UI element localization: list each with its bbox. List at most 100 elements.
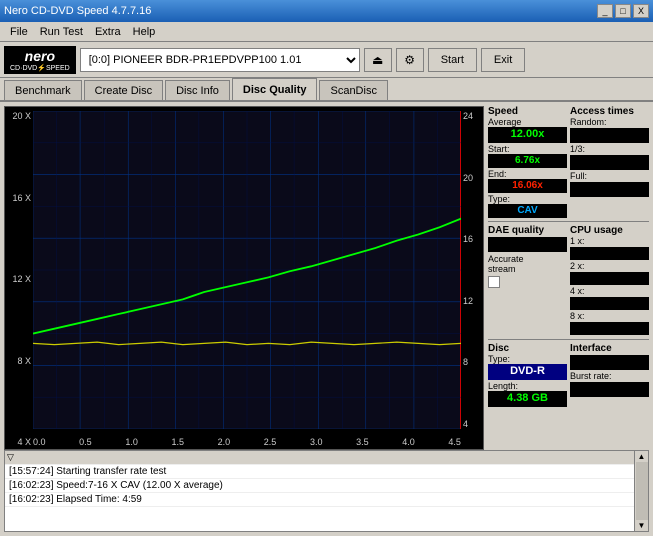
- tab-scan-disc[interactable]: ScanDisc: [319, 80, 387, 100]
- access-random-value: [570, 128, 649, 143]
- main-content: 20 X 16 X 12 X 8 X 4 X: [0, 102, 653, 536]
- cpu-1x-value: [570, 247, 649, 260]
- tab-benchmark[interactable]: Benchmark: [4, 80, 82, 100]
- accurate-checkbox-row: [488, 276, 567, 288]
- nero-logo-subtitle: CD·DVD⚡SPEED: [10, 64, 70, 72]
- access-title: Access times: [570, 106, 649, 117]
- speed-access-row: Speed Average 12.00x Start: 6.76x End: 1…: [488, 106, 649, 218]
- exit-button[interactable]: Exit: [481, 48, 525, 72]
- access-full-value: [570, 182, 649, 197]
- divider-1: [488, 221, 649, 222]
- chart-svg: [33, 111, 461, 429]
- menu-runtest[interactable]: Run Test: [34, 25, 89, 39]
- x-label-10: 1.0: [125, 437, 138, 447]
- y-right-24: 24: [461, 111, 483, 121]
- speed-end-value: 16.06x: [488, 179, 567, 193]
- dae-value: [488, 237, 567, 252]
- cpu-1x-label: 1 x:: [570, 236, 649, 246]
- burst-label: Burst rate:: [570, 371, 649, 381]
- access-onethird-label: 1/3:: [570, 144, 649, 154]
- y-label-20x: 20 X: [5, 111, 33, 121]
- y-right-12: 12: [461, 296, 483, 306]
- speed-start-value: 6.76x: [488, 154, 567, 168]
- cpu-8x-value: [570, 322, 649, 335]
- y-right-4: 4: [461, 419, 483, 429]
- y-label-8x: 8 X: [5, 356, 33, 366]
- cpu-2x-label: 2 x:: [570, 261, 649, 271]
- log-expand-icon[interactable]: ▽: [7, 452, 14, 463]
- dae-title: DAE quality: [488, 225, 567, 236]
- burst-value: [570, 382, 649, 397]
- access-onethird-value: [570, 155, 649, 170]
- disc-type-label: Type:: [488, 354, 567, 364]
- right-panel: Speed Average 12.00x Start: 6.76x End: 1…: [488, 102, 653, 450]
- x-label-00: 0.0: [33, 437, 46, 447]
- speed-type-value: CAV: [488, 204, 567, 218]
- tab-disc-quality[interactable]: Disc Quality: [232, 78, 318, 100]
- x-label-35: 3.5: [356, 437, 369, 447]
- stream-label: stream: [488, 264, 567, 274]
- cpu-title: CPU usage: [570, 225, 649, 236]
- menu-help[interactable]: Help: [127, 25, 162, 39]
- minimize-button[interactable]: _: [597, 4, 613, 18]
- divider-2: [488, 339, 649, 340]
- disc-type-value: DVD-R: [488, 364, 567, 380]
- tab-disc-info[interactable]: Disc Info: [165, 80, 230, 100]
- accurate-label: Accurate: [488, 254, 567, 264]
- cpu-4x-label: 4 x:: [570, 286, 649, 296]
- dae-cpu-row: DAE quality Accurate stream CPU usage 1 …: [488, 225, 649, 336]
- disc-interface-row: Disc Type: DVD-R Length: 4.38 GB Interfa…: [488, 343, 649, 407]
- cpu-2x-value: [570, 272, 649, 285]
- accurate-checkbox[interactable]: [488, 276, 500, 288]
- x-label-45: 4.5: [448, 437, 461, 447]
- cpu-4x-value: [570, 297, 649, 310]
- eject-icon-button[interactable]: ⏏: [364, 48, 392, 72]
- menubar: File Run Test Extra Help: [0, 22, 653, 42]
- window-controls[interactable]: _ □ X: [597, 4, 649, 18]
- x-label-05: 0.5: [79, 437, 92, 447]
- log-container: ▽ [15:57:24] Starting transfer rate test…: [4, 450, 635, 532]
- nero-logo-text: nero: [25, 48, 55, 64]
- chart-area: 20 X 16 X 12 X 8 X 4 X: [0, 102, 488, 450]
- speed-title: Speed: [488, 106, 567, 117]
- toolbar: nero CD·DVD⚡SPEED [0:0] PIONEER BDR-PR1E…: [0, 42, 653, 78]
- menu-extra[interactable]: Extra: [89, 25, 127, 39]
- x-label-30: 3.0: [310, 437, 323, 447]
- x-axis: 0.0 0.5 1.0 1.5 2.0 2.5 3.0 3.5 4.0 4.5: [33, 437, 461, 447]
- log-line-1: [15:57:24] Starting transfer rate test: [5, 465, 634, 479]
- disc-section: Disc Type: DVD-R Length: 4.38 GB: [488, 343, 567, 407]
- log-line-3: [16:02:23] Elapsed Time: 4:59: [5, 493, 634, 507]
- maximize-button[interactable]: □: [615, 4, 631, 18]
- interface-value: [570, 355, 649, 370]
- scrollbar-down[interactable]: ▼: [638, 521, 646, 530]
- interface-title: Interface: [570, 343, 649, 354]
- y-label-16x: 16 X: [5, 193, 33, 203]
- y-right-8: 8: [461, 357, 483, 367]
- drive-select[interactable]: [0:0] PIONEER BDR-PR1EPDVPP100 1.01: [80, 48, 360, 72]
- close-button[interactable]: X: [633, 4, 649, 18]
- y-right-20: 20: [461, 173, 483, 183]
- log-area: ▽ [15:57:24] Starting transfer rate test…: [4, 450, 649, 532]
- x-label-15: 1.5: [171, 437, 184, 447]
- scrollbar-thumb[interactable]: [636, 462, 648, 520]
- disc-title: Disc: [488, 343, 567, 354]
- log-scrollbar[interactable]: ▲ ▼: [635, 450, 649, 532]
- tab-bar: Benchmark Create Disc Disc Info Disc Qua…: [0, 78, 653, 102]
- options-icon-button[interactable]: ⚙: [396, 48, 424, 72]
- y-label-4x: 4 X: [5, 437, 33, 447]
- x-label-20: 2.0: [218, 437, 231, 447]
- log-header: ▽: [5, 451, 634, 465]
- scrollbar-up[interactable]: ▲: [638, 452, 646, 461]
- app-title: Nero CD-DVD Speed 4.7.7.16: [4, 5, 151, 17]
- disc-length-value: 4.38 GB: [488, 391, 567, 407]
- start-button[interactable]: Start: [428, 48, 477, 72]
- speed-average-value: 12.00x: [488, 127, 567, 143]
- dae-section: DAE quality Accurate stream: [488, 225, 567, 336]
- x-label-25: 2.5: [264, 437, 277, 447]
- tab-create-disc[interactable]: Create Disc: [84, 80, 163, 100]
- content-row: 20 X 16 X 12 X 8 X 4 X: [0, 102, 653, 450]
- x-label-40: 4.0: [402, 437, 415, 447]
- menu-file[interactable]: File: [4, 25, 34, 39]
- chart-plot: [33, 111, 461, 429]
- nero-logo: nero CD·DVD⚡SPEED: [4, 46, 76, 74]
